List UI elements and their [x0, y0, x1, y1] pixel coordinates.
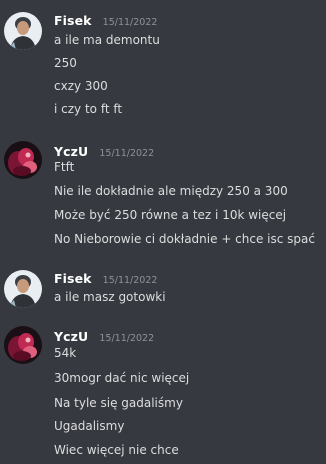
message-text: 54k — [54, 346, 77, 360]
timestamp: 15/11/2022 — [102, 17, 158, 28]
fisek-avatar-icon[interactable] — [4, 270, 42, 308]
username[interactable]: YczU — [54, 329, 88, 344]
message-text: a ile masz gotowki — [54, 290, 166, 304]
yczu-avatar-icon[interactable] — [4, 141, 42, 179]
message-text: No Nieborowie ci dokładnie + chce isc sp… — [54, 232, 315, 246]
message-text: Ftft — [54, 160, 75, 174]
fisek-avatar-icon[interactable] — [4, 12, 42, 50]
timestamp: 15/11/2022 — [99, 333, 155, 344]
username[interactable]: Fisek — [54, 13, 92, 28]
timestamp: 15/11/2022 — [99, 148, 155, 159]
message-text: 30mogr dać nic więcej — [54, 371, 190, 385]
message-text: Wiec więcej nie chce — [54, 443, 179, 457]
username[interactable]: YczU — [54, 144, 88, 159]
chat-log: Fisek 15/11/2022 a ile ma demontu 250 cx… — [0, 0, 326, 464]
timestamp: 15/11/2022 — [102, 275, 158, 286]
message-text: i czy to ft ft — [54, 102, 123, 116]
message-text: a ile ma demontu — [54, 33, 160, 47]
message-text: Może być 250 równe a tez i 10k więcej — [54, 208, 287, 222]
message-text: Ugadalismy — [54, 419, 125, 433]
message-text: Nie ile dokładnie ale między 250 a 300 — [54, 184, 288, 198]
message-text: cxzy 300 — [54, 79, 108, 93]
message-text: 250 — [54, 56, 77, 70]
yczu-avatar-icon[interactable] — [4, 326, 42, 364]
message-text: Na tyle się gadaliśmy — [54, 396, 183, 410]
username[interactable]: Fisek — [54, 271, 92, 286]
